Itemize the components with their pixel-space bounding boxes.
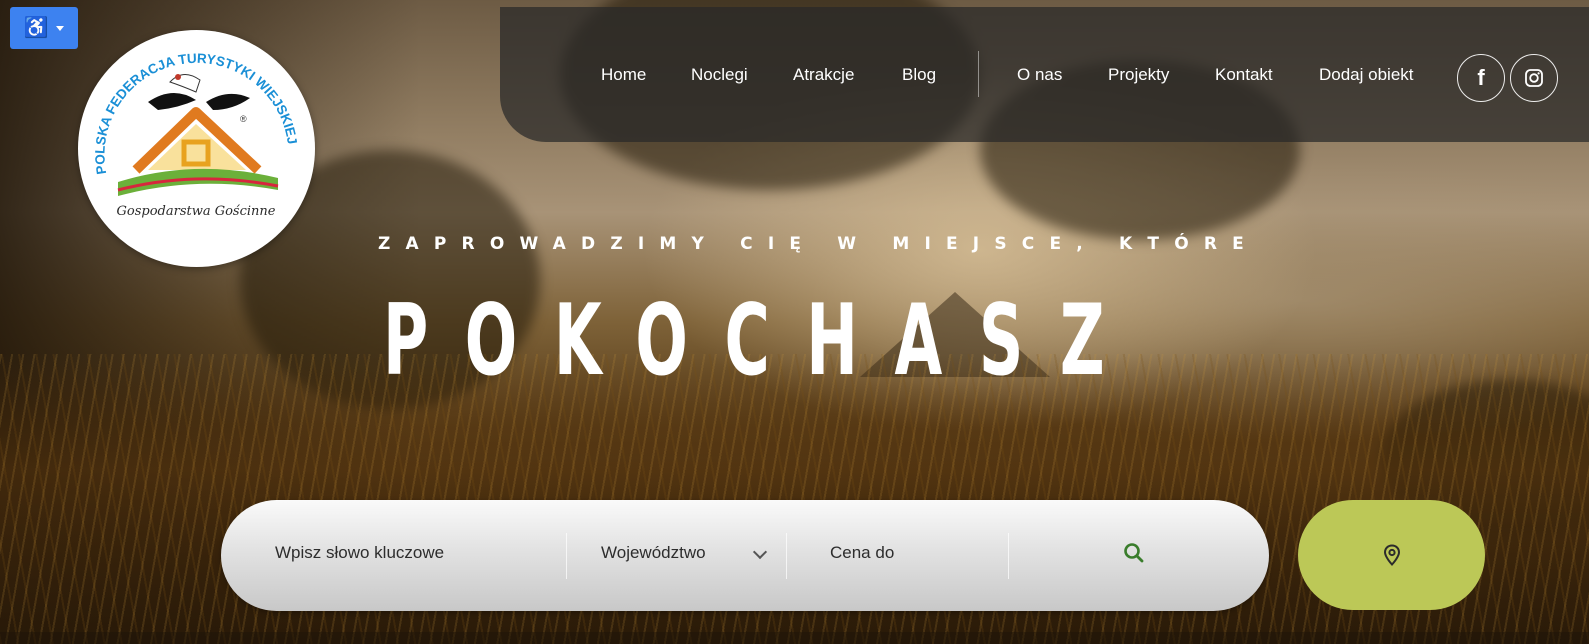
nav-atrakcje[interactable]: Atrakcje: [793, 65, 854, 85]
registered-mark: ®: [240, 114, 247, 124]
hero-headline: POKOCHASZ: [383, 284, 1142, 398]
instagram-icon: [1525, 69, 1543, 87]
nav-o-nas[interactable]: O nas: [1017, 65, 1062, 85]
main-navigation: Home Noclegi Atrakcje Blog O nas Projekt…: [500, 7, 1589, 142]
facebook-button[interactable]: f: [1457, 54, 1505, 102]
nav-blog[interactable]: Blog: [902, 65, 936, 85]
instagram-button[interactable]: [1510, 54, 1558, 102]
nav-kontakt[interactable]: Kontakt: [1215, 65, 1273, 85]
search-icon[interactable]: [1121, 540, 1147, 566]
site-logo[interactable]: POLSKA FEDERACJA TURYSTYKI WIEJSKIEJ ® G…: [78, 30, 315, 267]
nav-noclegi[interactable]: Noclegi: [691, 65, 748, 85]
logo-graphic: POLSKA FEDERACJA TURYSTYKI WIEJSKIEJ ® G…: [92, 51, 300, 219]
keyword-input[interactable]: Wpisz słowo kluczowe: [275, 543, 444, 563]
wheelchair-icon: ♿: [23, 17, 49, 39]
logo-script-text: Gospodarstwa Gościnne: [117, 204, 276, 219]
region-select[interactable]: Województwo: [601, 543, 706, 563]
accessibility-button[interactable]: ♿: [10, 7, 78, 49]
facebook-icon: f: [1477, 65, 1485, 90]
nav-projekty[interactable]: Projekty: [1108, 65, 1169, 85]
nav-home[interactable]: Home: [601, 65, 646, 85]
chevron-down-icon: [752, 544, 768, 560]
caret-down-icon: [56, 25, 65, 31]
search-bar: Wpisz słowo kluczowe Województwo Cena do: [221, 500, 1269, 611]
map-pin-icon: [1383, 544, 1400, 566]
nav-dodaj-obiekt[interactable]: Dodaj obiekt: [1319, 65, 1414, 85]
price-input[interactable]: Cena do: [830, 543, 894, 563]
nav-divider: [978, 51, 979, 97]
hero-tagline: ZAPROWADZIMY CIĘ W MIEJSCE, KTÓRE: [378, 234, 1259, 254]
map-search-button[interactable]: [1298, 500, 1485, 610]
